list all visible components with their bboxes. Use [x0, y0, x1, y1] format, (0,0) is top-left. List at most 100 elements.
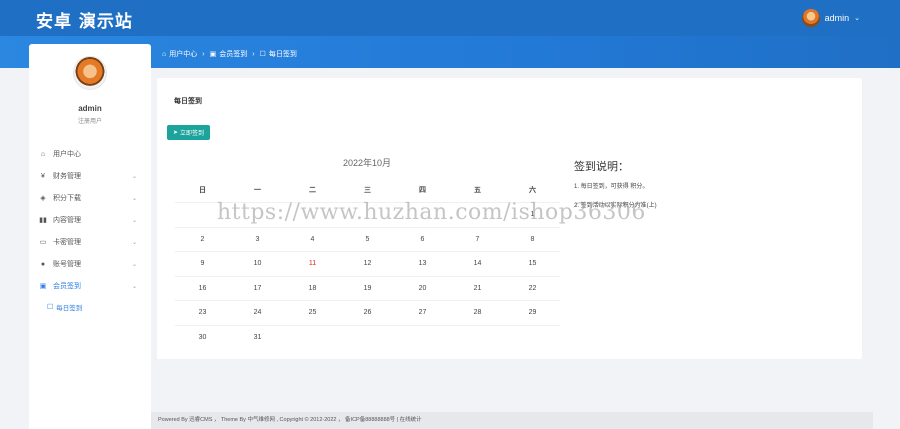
weekday-fri: 五: [474, 187, 481, 194]
weekday-mon: 一: [254, 187, 261, 194]
calendar-week-row: 9 10 11 12 13 14 15: [175, 251, 560, 276]
checkin-button-label: 立即签到: [180, 131, 205, 137]
breadcrumb-item-user-center[interactable]: 用户中心: [169, 49, 197, 59]
weekday-sun: 日: [199, 187, 206, 194]
calendar-icon: ▣: [39, 283, 47, 290]
calendar-day[interactable]: 29: [505, 301, 560, 325]
checkbox-icon: ☐: [259, 51, 266, 58]
diamond-icon: ◈: [40, 195, 46, 202]
calendar-day[interactable]: 7: [450, 228, 505, 252]
sidebar-item-label: 内容管理: [53, 217, 81, 224]
calendar-day[interactable]: 31: [230, 326, 285, 350]
yen-icon: ¥: [41, 172, 45, 180]
calendar-weekday-row: 日 一 二 三 四 五 六: [175, 180, 560, 202]
calendar-day[interactable]: 22: [505, 277, 560, 301]
sidebar-subitem-label: 每日签到: [56, 305, 83, 312]
sidebar-item-card[interactable]: ▭ 卡密管理 ⌄: [29, 231, 151, 253]
calendar-day[interactable]: 26: [340, 301, 395, 325]
footer: Powered By 迅睿CMS ， Theme By 中气维修网 , Copy…: [151, 412, 873, 429]
sidebar-item-label: 账号管理: [53, 261, 81, 268]
sidebar: admin 注册用户 ⌂ 用户中心 ¥ 财务管理 ⌄ ◈ 积分下载 ⌄ ▮▮ 内…: [29, 44, 151, 429]
weekday-thu: 四: [419, 187, 426, 194]
checkin-button[interactable]: ➤ 立即签到: [167, 125, 211, 140]
calendar-day[interactable]: 23: [175, 301, 230, 325]
calendar-day[interactable]: 14: [450, 252, 505, 276]
footer-text: Powered By 迅睿CMS ， Theme By 中气维修网 , Copy…: [158, 417, 400, 423]
send-icon: ➤: [173, 130, 179, 136]
calendar-day[interactable]: 11: [285, 252, 340, 276]
calendar-day[interactable]: 21: [450, 277, 505, 301]
calendar-day[interactable]: 12: [340, 252, 395, 276]
breadcrumb: ⌂ 用户中心 › ▣ 会员签到 › ☐ 每日签到: [162, 49, 297, 59]
calendar-empty-cell: [395, 326, 450, 350]
calendar-day[interactable]: 3: [230, 228, 285, 252]
calendar-empty-cell: [505, 326, 560, 350]
chevron-down-icon: ⌄: [131, 239, 137, 246]
calendar-day[interactable]: 25: [285, 301, 340, 325]
card-icon: ▭: [39, 239, 47, 246]
sidebar-item-points-download[interactable]: ◈ 积分下载 ⌄: [29, 187, 151, 209]
calendar-day[interactable]: 27: [395, 301, 450, 325]
chevron-right-icon: ›: [252, 50, 255, 58]
calendar-empty-cell: [450, 326, 505, 350]
calendar-day[interactable]: 30: [175, 326, 230, 350]
checkbox-icon: ☐: [47, 304, 54, 311]
user-menu[interactable]: admin ⌄: [801, 7, 860, 29]
sidebar-item-user-center[interactable]: ⌂ 用户中心: [29, 143, 151, 165]
calendar-empty-cell: [340, 326, 395, 350]
calendar-day[interactable]: 16: [175, 277, 230, 301]
watermark-text: https://www.huzhan.com/ishop36306: [217, 200, 646, 225]
sidebar-item-label: 财务管理: [53, 173, 81, 180]
breadcrumb-item-member-checkin[interactable]: 会员签到: [219, 49, 247, 59]
chevron-right-icon: ›: [202, 50, 205, 58]
calendar-day[interactable]: 13: [395, 252, 450, 276]
sidebar-subitem-daily-checkin[interactable]: ☐ 每日签到: [29, 297, 151, 317]
chevron-down-icon: ⌄: [131, 195, 137, 202]
calendar-day[interactable]: 20: [395, 277, 450, 301]
chevron-down-icon: ⌄: [131, 173, 137, 180]
calendar-week-row: 2345678: [175, 226, 560, 252]
notes-line-1: 1. 每日签到，可获得 积分。: [574, 184, 649, 190]
profile-username: admin: [78, 104, 102, 113]
user-avatar: [801, 9, 820, 27]
avatar[interactable]: [73, 56, 107, 90]
site-logo[interactable]: 安卓 演示站: [36, 7, 133, 32]
calendar-day[interactable]: 15: [505, 252, 560, 276]
calendar-day[interactable]: 5: [340, 228, 395, 252]
calendar-day[interactable]: 10: [230, 252, 285, 276]
calendar-day[interactable]: 2: [175, 228, 230, 252]
sidebar-menu: ⌂ 用户中心 ¥ 财务管理 ⌄ ◈ 积分下载 ⌄ ▮▮ 内容管理 ⌄ ▭ 卡密管…: [29, 143, 151, 317]
weekday-sat: 六: [529, 187, 536, 194]
sidebar-item-label: 积分下载: [53, 195, 81, 202]
sidebar-item-finance[interactable]: ¥ 财务管理 ⌄: [29, 165, 151, 187]
chevron-down-icon: ⌄: [131, 217, 137, 224]
calendar-day[interactable]: 4: [285, 228, 340, 252]
calendar-day[interactable]: 17: [230, 277, 285, 301]
weekday-tue: 二: [309, 187, 316, 194]
weekday-wed: 三: [364, 187, 371, 194]
calendar-day[interactable]: 8: [505, 228, 560, 252]
sidebar-item-label: 卡密管理: [53, 239, 81, 246]
calendar-icon: ▣: [209, 51, 217, 58]
sidebar-item-content[interactable]: ▮▮ 内容管理 ⌄: [29, 209, 151, 231]
calendar-month-title: 2022年10月: [343, 158, 392, 168]
sidebar-item-member-checkin[interactable]: ▣ 会员签到 ⌄: [29, 275, 151, 297]
chevron-down-icon: ⌄: [854, 15, 860, 22]
breadcrumb-item-daily-checkin[interactable]: 每日签到: [269, 49, 297, 59]
calendar-day[interactable]: 28: [450, 301, 505, 325]
sidebar-item-account[interactable]: ● 账号管理 ⌄: [29, 253, 151, 275]
page-title: 每日签到: [174, 98, 202, 105]
profile-role: 注册用户: [77, 119, 102, 125]
calendar-day[interactable]: 6: [395, 228, 450, 252]
columns-icon: ▮▮: [39, 217, 47, 224]
calendar-day[interactable]: 9: [175, 252, 230, 276]
calendar-day[interactable]: 19: [340, 277, 395, 301]
top-navbar: 安卓 演示站 admin ⌄: [0, 0, 900, 36]
calendar-day[interactable]: 18: [285, 277, 340, 301]
sidebar-item-label: 会员签到: [53, 283, 81, 290]
footer-stats-link[interactable]: 在线统计: [400, 417, 422, 423]
profile-card: admin 注册用户: [29, 44, 151, 125]
notes-title: 签到说明：: [574, 160, 629, 173]
calendar-day[interactable]: 24: [230, 301, 285, 325]
user-name: admin: [824, 13, 850, 23]
